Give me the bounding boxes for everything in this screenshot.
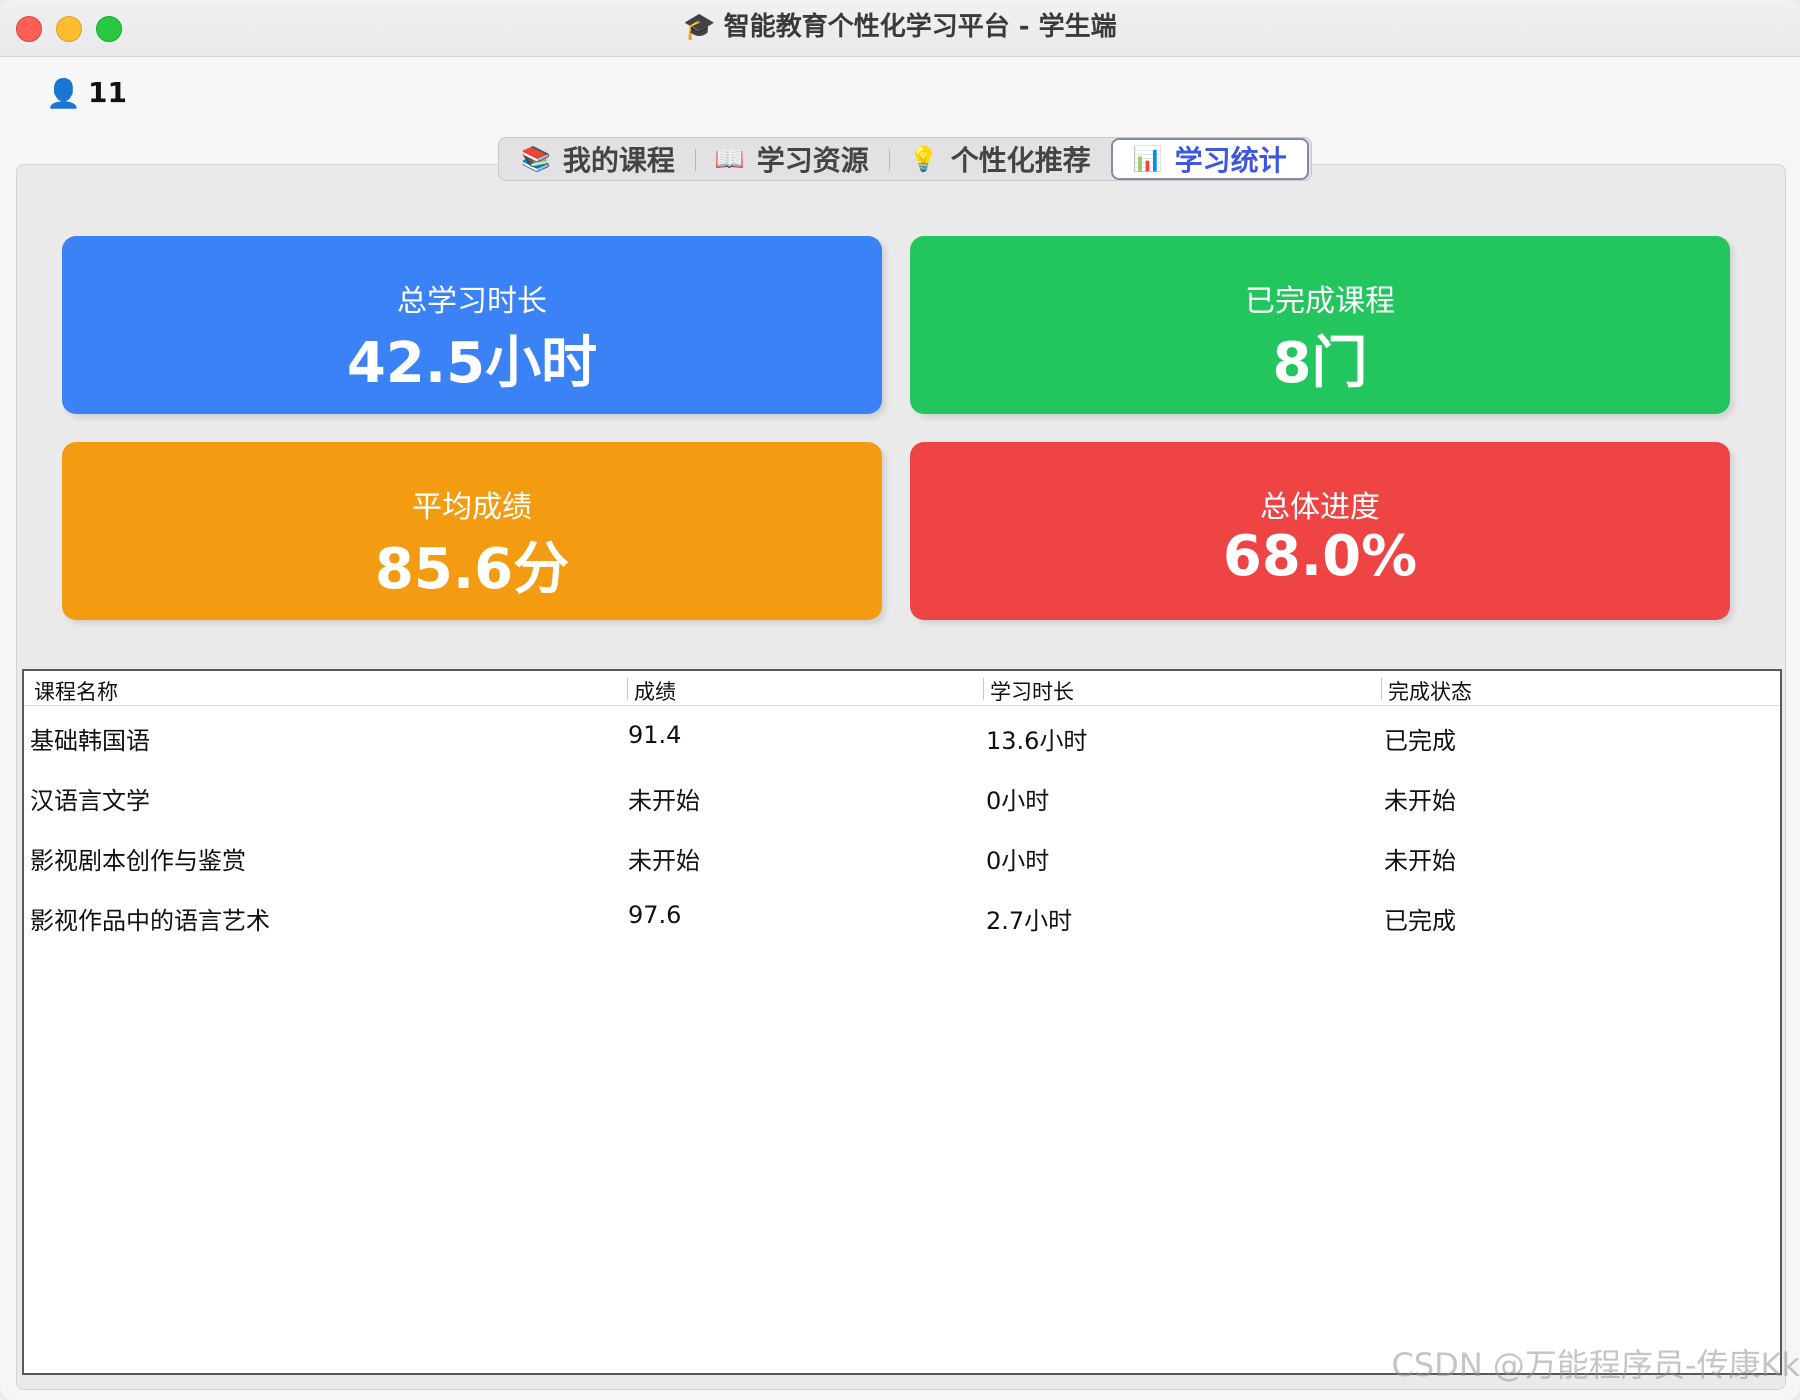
user-icon: 👤: [46, 77, 81, 110]
window-title-text: 智能教育个性化学习平台 - 学生端: [723, 12, 1117, 42]
tab-learning-resources[interactable]: 📖 学习资源: [694, 140, 889, 178]
watermark: CSDN @万能程序员-传康Kk: [1391, 1346, 1800, 1384]
stat-card-total-time: 总学习时长 42.5小时: [62, 236, 882, 414]
open-book-icon: 📖: [714, 145, 745, 173]
stat-value: 8门: [1272, 331, 1368, 396]
column-header-study-time[interactable]: 学习时长: [983, 676, 1074, 706]
stat-value: 42.5小时: [346, 331, 598, 396]
stat-card-average-score: 平均成绩 85.6分: [62, 442, 882, 620]
books-icon: 📚: [521, 145, 551, 173]
stat-value: 68.0%: [1222, 524, 1418, 589]
graduation-cap-icon: 🎓: [683, 12, 716, 42]
status-cell: 未开始: [1384, 787, 1456, 815]
tab-label: 我的课程: [562, 144, 675, 177]
tab-label: 个性化推荐: [950, 144, 1091, 177]
stat-label: 总学习时长: [397, 284, 547, 319]
column-header-score[interactable]: 成绩: [627, 676, 676, 706]
stat-card-overall-progress: 总体进度 68.0%: [910, 442, 1730, 620]
tab-my-courses[interactable]: 📚 我的课程: [501, 140, 695, 178]
course-stats-table[interactable]: 课程名称 成绩 学习时长 完成状态 基础韩国语 91.4 13.6小时 已完成 …: [22, 669, 1782, 1375]
column-header-status[interactable]: 完成状态: [1381, 676, 1472, 706]
user-bar: 👤 11: [0, 57, 1800, 129]
course-name-cell: 基础韩国语: [30, 727, 150, 755]
score-cell: 未开始: [628, 847, 700, 875]
stat-value: 85.6分: [374, 537, 570, 602]
score-cell: 未开始: [628, 787, 700, 815]
status-cell: 已完成: [1384, 727, 1456, 755]
status-cell: 未开始: [1384, 847, 1456, 875]
tab-learning-statistics[interactable]: 📊 学习统计: [1110, 138, 1309, 180]
table-row[interactable]: 影视剧本创作与鉴赏 未开始 0小时 未开始: [24, 825, 1780, 885]
course-name-cell: 影视剧本创作与鉴赏: [30, 847, 246, 875]
table-row[interactable]: 基础韩国语 91.4 13.6小时 已完成: [24, 705, 1780, 765]
app-window: 🎓 智能教育个性化学习平台 - 学生端 👤 11 📚 我的课程 📖 学习资源 💡 …: [0, 0, 1800, 1400]
stat-label: 已完成课程: [1245, 284, 1395, 319]
lightbulb-icon: 💡: [908, 145, 939, 173]
window-title: 🎓 智能教育个性化学习平台 - 学生端: [0, 0, 1800, 56]
score-cell: 91.4: [628, 721, 682, 749]
study-time-cell: 0小时: [986, 787, 1050, 815]
column-header-course-name[interactable]: 课程名称: [34, 676, 118, 706]
table-row[interactable]: 汉语言文学 未开始 0小时 未开始: [24, 765, 1780, 825]
study-time-cell: 0小时: [986, 847, 1050, 875]
stat-label: 平均成绩: [412, 490, 532, 525]
status-cell: 已完成: [1384, 907, 1456, 935]
stat-label: 总体进度: [1260, 490, 1380, 525]
study-time-cell: 2.7小时: [986, 907, 1073, 935]
title-bar: 🎓 智能教育个性化学习平台 - 学生端: [0, 0, 1800, 57]
tab-recommendations[interactable]: 💡 个性化推荐: [888, 140, 1111, 178]
tab-label: 学习统计: [1174, 144, 1287, 177]
stat-card-completed-courses: 已完成课程 8门: [910, 236, 1730, 414]
table-row[interactable]: 影视作品中的语言艺术 97.6 2.7小时 已完成: [24, 885, 1780, 945]
bar-chart-icon: 📊: [1132, 145, 1163, 173]
course-name-cell: 影视作品中的语言艺术: [30, 907, 270, 935]
table-header: 课程名称 成绩 学习时长 完成状态: [24, 671, 1780, 706]
tab-bar: 📚 我的课程 📖 学习资源 💡 个性化推荐 📊 学习统计: [498, 137, 1312, 181]
tab-label: 学习资源: [756, 144, 869, 177]
study-time-cell: 13.6小时: [986, 727, 1088, 755]
course-name-cell: 汉语言文学: [30, 787, 150, 815]
score-cell: 97.6: [628, 901, 682, 929]
user-name: 11: [88, 76, 127, 109]
